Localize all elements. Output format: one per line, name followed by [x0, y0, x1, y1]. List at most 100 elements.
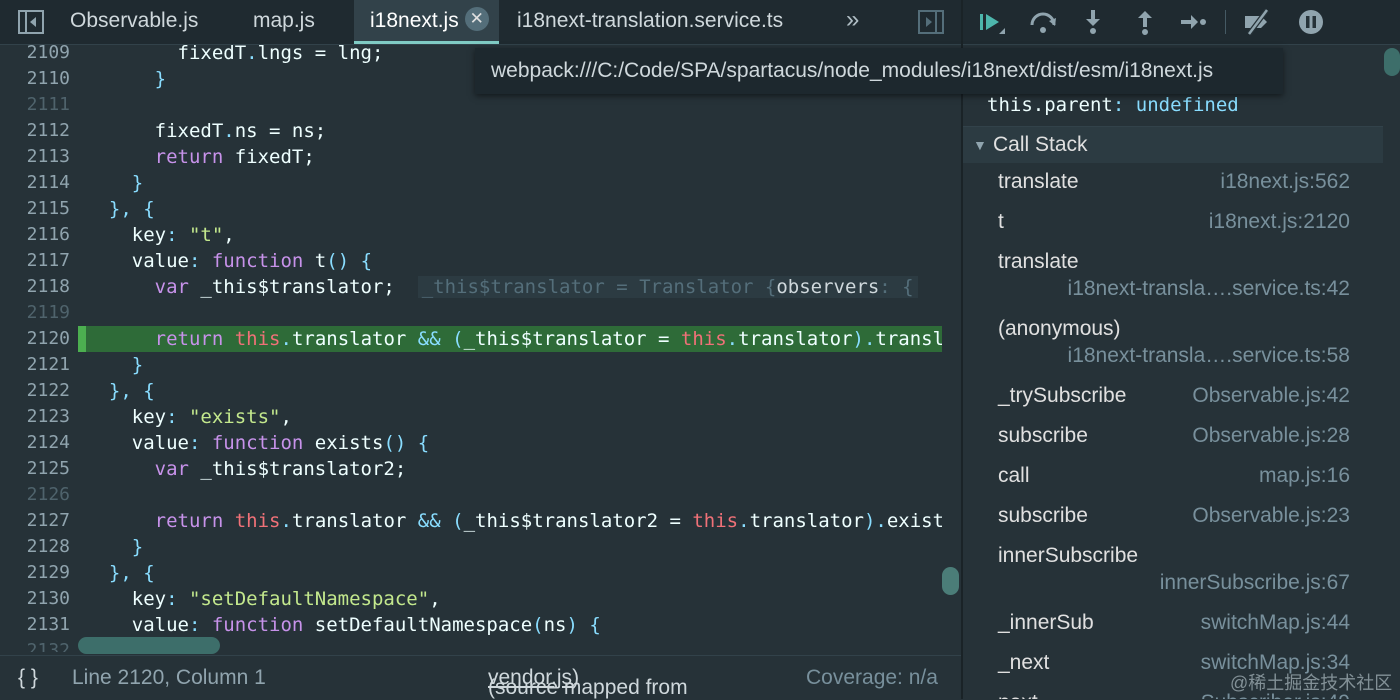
call-stack-frame[interactable]: innerSubscribe innerSubscribe.js:67 [963, 544, 1383, 611]
line-number[interactable]: 2130 [0, 586, 70, 612]
frame-function-name: next [998, 691, 1038, 699]
current-execution-line[interactable]: 2120 return this.translator && (_this$tr… [0, 326, 961, 352]
code-line[interactable]: 2119 [0, 300, 961, 326]
more-tabs-icon[interactable]: » [846, 6, 859, 34]
pretty-print-button[interactable]: { } [18, 666, 38, 690]
code-line[interactable]: 2125 var _this$translator2; [0, 456, 961, 482]
step-out-icon[interactable] [1131, 8, 1159, 36]
line-number[interactable]: 2120 [0, 326, 70, 352]
line-number[interactable]: 2124 [0, 430, 70, 456]
code-token: return [86, 328, 224, 350]
step-over-icon[interactable] [1029, 8, 1057, 36]
line-number[interactable]: 2126 [0, 482, 70, 508]
code-line[interactable]: 2114 } [0, 170, 961, 196]
code-token: () { [326, 250, 373, 272]
line-number[interactable]: 2112 [0, 118, 70, 144]
code-line[interactable]: 2115 }, { [0, 196, 961, 222]
inline-variable-preview[interactable]: _this$translator = Translator {observers… [417, 276, 918, 298]
code-line[interactable]: 2127 return this.translator && (_this$tr… [0, 508, 961, 534]
code-token: translator [749, 510, 864, 532]
line-number[interactable]: 2128 [0, 534, 70, 560]
call-stack-frame[interactable]: subscribe Observable.js:23 [963, 504, 1383, 544]
step-into-icon[interactable] [1079, 8, 1107, 36]
code-view[interactable]: 2109 fixedT.lngs = lng; 2110 } 2111 2112 fi… [0, 45, 961, 652]
call-stack-frame[interactable]: _trySubscribe Observable.js:42 [963, 384, 1383, 424]
close-tab-icon[interactable]: ✕ [464, 7, 489, 32]
tab-label: i18next.js [370, 9, 459, 32]
line-number[interactable]: 2110 [0, 66, 70, 92]
code-line[interactable]: 2118 var _this$translator; _this$transla… [0, 274, 961, 300]
vertical-scrollbar-thumb[interactable] [942, 567, 959, 595]
frame-location: i18next-transla….service.ts:58 [1067, 344, 1350, 367]
code-text: }, { [86, 378, 942, 404]
debugger-toolbar [963, 0, 1400, 45]
toggle-sources-panel-icon[interactable] [18, 10, 44, 34]
code-line[interactable]: 2113 return fixedT; [0, 144, 961, 170]
call-stack-frame[interactable]: t i18next.js:2120 [963, 210, 1383, 250]
call-stack-frame[interactable]: translate i18next.js:562 [963, 170, 1383, 210]
code-text: value: function exists() { [86, 430, 942, 456]
line-number[interactable]: 2123 [0, 404, 70, 430]
tab-i18next-translation-service-ts[interactable]: i18next-translation.service.ts [517, 0, 783, 44]
line-number[interactable]: 2116 [0, 222, 70, 248]
code-token: _this$translator; [188, 276, 418, 298]
line-number[interactable]: 2121 [0, 352, 70, 378]
toggle-debugger-panel-icon[interactable] [918, 10, 944, 34]
code-line[interactable]: 2123 key: "exists", [0, 404, 961, 430]
code-line[interactable]: 2116 key: "t", [0, 222, 961, 248]
code-token: "setDefaultNamespace" [177, 588, 430, 610]
call-stack-frame[interactable]: (anonymous) i18next-transla….service.ts:5… [963, 317, 1383, 384]
call-stack-frame[interactable]: translate i18next-transla….service.ts:42 [963, 250, 1383, 317]
pause-on-exceptions-icon[interactable] [1297, 8, 1325, 36]
code-token: fixedT; [223, 146, 315, 168]
deactivate-breakpoints-icon[interactable] [1243, 8, 1271, 36]
line-number[interactable]: 2131 [0, 612, 70, 638]
line-number[interactable]: 2118 [0, 274, 70, 300]
call-stack-frame[interactable]: subscribe Observable.js:28 [963, 424, 1383, 464]
step-icon[interactable] [1179, 8, 1207, 36]
code-token: . [246, 45, 258, 64]
code-token: function [200, 432, 304, 454]
code-token: key [86, 224, 167, 246]
code-text: } [86, 352, 942, 378]
code-line[interactable]: 2111 [0, 92, 961, 118]
resume-icon[interactable] [977, 8, 1005, 36]
tab-i18next-js[interactable]: i18next.js ✕ [354, 0, 499, 44]
frame-location: switchMap.js:44 [1200, 611, 1350, 634]
scope-row-this-parent[interactable]: this.parent: undefined [987, 94, 1239, 116]
line-number[interactable]: 2114 [0, 170, 70, 196]
sidebar-scrollbar-thumb[interactable] [1384, 48, 1400, 76]
frame-location: Observable.js:23 [1192, 504, 1350, 527]
line-number[interactable]: 2115 [0, 196, 70, 222]
code-line[interactable]: 2124 value: function exists() { [0, 430, 961, 456]
call-stack-frame[interactable]: _innerSub switchMap.js:44 [963, 611, 1383, 651]
code-line[interactable]: 2128 } [0, 534, 961, 560]
line-number[interactable]: 2127 [0, 508, 70, 534]
code-text: }, { [86, 560, 942, 586]
code-line[interactable]: 2129 }, { [0, 560, 961, 586]
line-number[interactable]: 2111 [0, 92, 70, 118]
code-line[interactable]: 2126 [0, 482, 961, 508]
code-line[interactable]: 2117 value: function t() { [0, 248, 961, 274]
code-token: , [280, 406, 292, 428]
tab-map-js[interactable]: map.js [253, 0, 315, 44]
code-line[interactable]: 2121 } [0, 352, 961, 378]
code-line[interactable]: 2131 value: function setDefaultNamespace… [0, 612, 961, 638]
code-line[interactable]: 2122 }, { [0, 378, 961, 404]
line-number[interactable]: 2132 [0, 638, 70, 652]
code-line[interactable]: 2112 fixedT.ns = ns; [0, 118, 961, 144]
horizontal-scrollbar-thumb[interactable] [78, 637, 220, 654]
call-stack-frame[interactable]: call map.js:16 [963, 464, 1383, 504]
line-number[interactable]: 2129 [0, 560, 70, 586]
call-stack-header[interactable]: ▼ Call Stack [963, 126, 1383, 163]
line-number[interactable]: 2122 [0, 378, 70, 404]
frame-location: innerSubscribe.js:67 [1159, 571, 1350, 594]
line-number[interactable]: 2113 [0, 144, 70, 170]
line-number[interactable]: 2109 [0, 45, 70, 66]
frame-function-name: (anonymous) [998, 317, 1121, 340]
line-number[interactable]: 2125 [0, 456, 70, 482]
line-number[interactable]: 2117 [0, 248, 70, 274]
tab-observable-js[interactable]: Observable.js [70, 0, 198, 44]
code-line[interactable]: 2130 key: "setDefaultNamespace", [0, 586, 961, 612]
line-number[interactable]: 2119 [0, 300, 70, 326]
